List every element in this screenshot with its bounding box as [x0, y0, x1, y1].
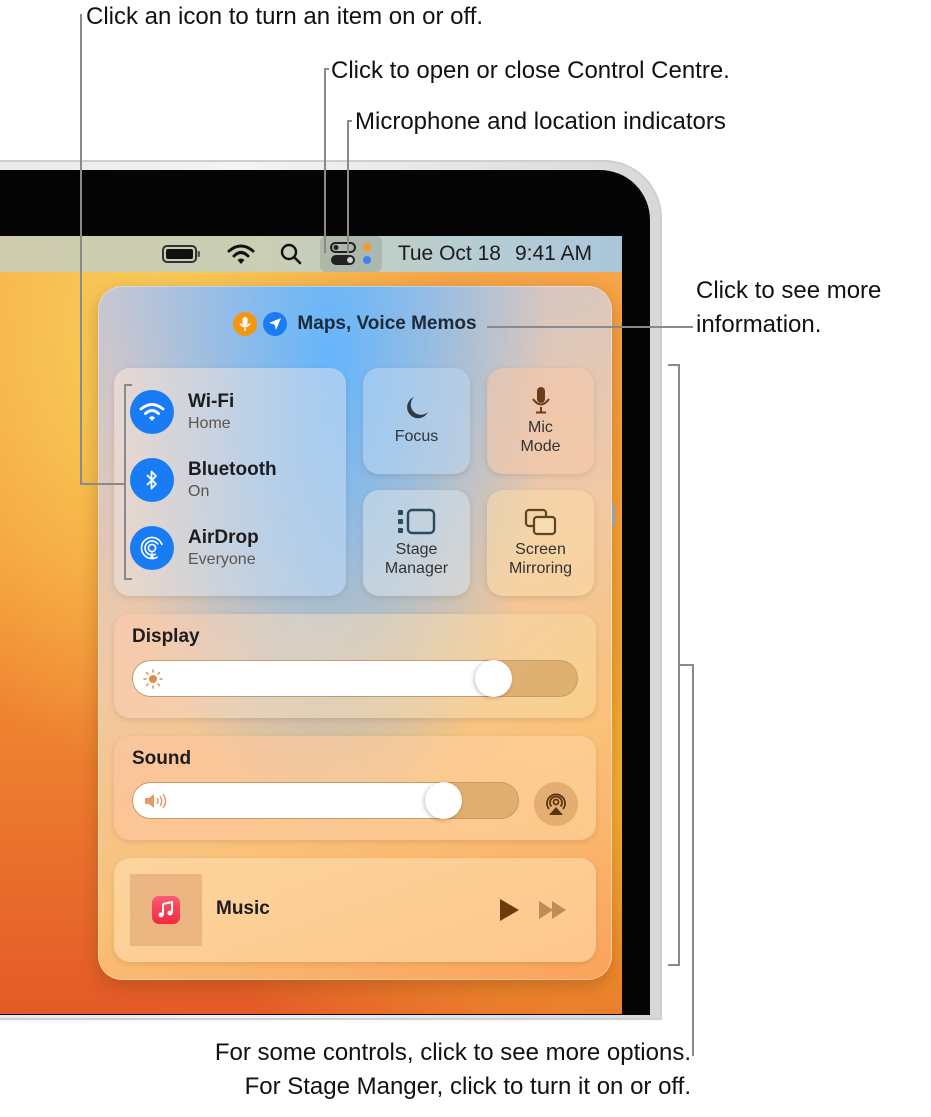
- callout-indicators: Microphone and location indicators: [355, 108, 726, 135]
- leader-line-icon-toggle: [80, 14, 82, 484]
- brightness-slider-knob[interactable]: [474, 660, 512, 697]
- screen-mirroring-label-line2: Mirroring: [508, 560, 573, 577]
- sun-icon: [143, 669, 163, 689]
- wifi-toggle[interactable]: Wi-Fi Home: [130, 390, 234, 434]
- battery-icon[interactable]: [161, 236, 202, 272]
- privacy-header[interactable]: Maps, Voice Memos: [98, 312, 612, 336]
- menu-bar-date: Tue Oct 18: [397, 242, 501, 265]
- callout-icon-toggle: Click an icon to turn an item on or off.: [86, 3, 484, 30]
- privacy-header-title: Maps, Voice Memos: [297, 313, 477, 334]
- bracket-controls-top: [668, 364, 680, 366]
- bluetooth-icon[interactable]: [130, 458, 174, 502]
- now-playing-title: Music: [216, 898, 270, 919]
- desktop-screen: Tue Oct 18 9:41 AM Maps, Voice Memos Wi-…: [0, 236, 622, 1014]
- moon-icon: [406, 397, 428, 419]
- now-playing-module[interactable]: Music: [114, 858, 596, 962]
- focus-label: Focus: [394, 428, 439, 446]
- display-module[interactable]: Display: [114, 614, 596, 718]
- control-centre-panel: Maps, Voice Memos Wi-Fi Home Bluetooth O…: [98, 286, 612, 980]
- bracket-connectivity: [124, 384, 126, 580]
- screen-mirroring-label-line1: Screen: [515, 540, 566, 558]
- microphone-indicator-icon: [233, 312, 258, 336]
- spotlight-search-icon[interactable]: [280, 236, 302, 272]
- display-title: Display: [132, 626, 200, 647]
- leader-line-options: [692, 664, 694, 1056]
- volume-fill: [133, 783, 444, 818]
- bluetooth-toggle[interactable]: Bluetooth On: [130, 458, 277, 502]
- connectivity-tile: Wi-Fi Home Bluetooth On AirDrop Everyone: [114, 368, 346, 596]
- stage-manager-label-line1: Stage: [395, 540, 438, 558]
- menu-bar-time: 9:41 AM: [514, 242, 592, 265]
- brightness-fill: [133, 661, 494, 696]
- brightness-slider[interactable]: [132, 660, 578, 697]
- volume-slider-knob[interactable]: [425, 782, 463, 819]
- speaker-icon: [145, 793, 167, 809]
- fast-forward-button[interactable]: [538, 900, 568, 920]
- stage-manager-button[interactable]: Stage Manager: [363, 490, 470, 596]
- menu-bar-clock[interactable]: Tue Oct 18 9:41 AM: [398, 242, 592, 266]
- callout-more-info-2: information.: [696, 311, 822, 338]
- control-centre-icon: [329, 242, 356, 265]
- stage-manager-label-line2: Manager: [384, 560, 449, 577]
- leader-line-indicators: [347, 120, 349, 253]
- mic-mode-label-line2: Mode: [520, 438, 561, 455]
- bracket-connectivity-top: [124, 384, 132, 386]
- privacy-indicator-dots: [362, 243, 371, 264]
- leader-line-more-info: [487, 326, 693, 328]
- album-art: [130, 874, 202, 946]
- leader-line-control-centre: [324, 68, 326, 253]
- bluetooth-label: Bluetooth: [188, 459, 277, 480]
- menu-bar: Tue Oct 18 9:41 AM: [0, 236, 622, 272]
- wifi-icon[interactable]: [226, 236, 256, 272]
- airplay-audio-icon: [546, 793, 566, 815]
- focus-button[interactable]: Focus: [363, 368, 470, 474]
- airdrop-label: AirDrop: [188, 527, 259, 548]
- panel-edge-handle: [612, 504, 615, 526]
- airdrop-toggle[interactable]: AirDrop Everyone: [130, 526, 259, 570]
- microphone-icon: [531, 386, 550, 414]
- wifi-status: Home: [188, 414, 231, 432]
- callout-more-info-1: Click to see more: [696, 277, 882, 304]
- location-arrow-icon: [263, 312, 288, 336]
- leader-line-icon-toggle-h: [80, 483, 126, 485]
- screen-mirroring-icon: [524, 508, 556, 535]
- leader-line-indicators-tick: [347, 120, 352, 122]
- mic-mode-button[interactable]: Mic Mode: [487, 368, 594, 474]
- bluetooth-status: On: [188, 482, 210, 500]
- leader-line-control-centre-tick: [324, 68, 329, 70]
- callout-options-1: For some controls, click to see more opt…: [214, 1039, 691, 1066]
- airdrop-icon[interactable]: [130, 526, 174, 570]
- bracket-controls-bottom: [668, 964, 680, 966]
- callout-control-centre: Click to open or close Control Centre.: [331, 57, 730, 84]
- music-app-icon: [152, 896, 180, 924]
- volume-slider[interactable]: [132, 782, 519, 819]
- screen-mirroring-button[interactable]: Screen Mirroring: [487, 490, 594, 596]
- control-centre-button[interactable]: [319, 236, 382, 272]
- airplay-audio-button[interactable]: [534, 782, 578, 826]
- wifi-icon[interactable]: [130, 390, 174, 434]
- callout-options-2: For Stage Manger, click to turn it on or…: [244, 1073, 691, 1100]
- sound-module[interactable]: Sound: [114, 736, 596, 840]
- play-button[interactable]: [498, 898, 520, 922]
- wifi-label: Wi-Fi: [188, 391, 235, 412]
- airdrop-status: Everyone: [188, 550, 256, 568]
- bracket-connectivity-bottom: [124, 578, 132, 580]
- sound-title: Sound: [132, 748, 192, 769]
- mic-mode-label-line1: Mic: [528, 418, 553, 436]
- stage-manager-icon: [397, 508, 435, 535]
